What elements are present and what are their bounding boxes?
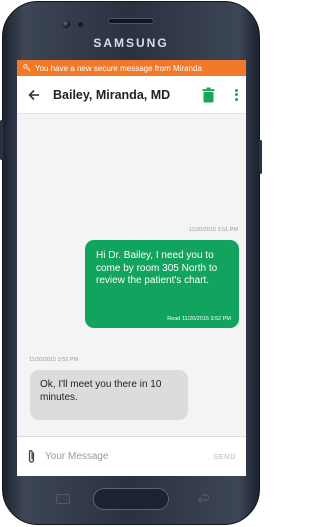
message-input[interactable] (45, 451, 214, 462)
app-screen: You have a new secure message from Miran… (17, 60, 246, 476)
outgoing-message-text: Hi Dr. Bailey, I need you to come by roo… (96, 250, 218, 286)
attach-button[interactable] (25, 449, 37, 465)
delete-button[interactable] (200, 86, 216, 104)
back-arrow-icon (28, 89, 39, 100)
key-icon (23, 64, 31, 72)
power-button (259, 140, 262, 174)
back-button[interactable] (25, 86, 43, 104)
recent-apps-key[interactable] (56, 494, 70, 504)
more-options-button[interactable] (232, 87, 240, 103)
outgoing-message-bubble[interactable]: Hi Dr. Bailey, I need you to come by roo… (85, 240, 239, 328)
front-camera (62, 20, 70, 28)
secure-message-notification[interactable]: You have a new secure message from Miran… (17, 60, 246, 76)
send-button[interactable]: SEND (213, 452, 236, 461)
home-button[interactable] (93, 488, 169, 510)
trash-icon (202, 87, 214, 102)
notification-text: You have a new secure message from Miran… (35, 63, 202, 73)
incoming-message-text: Ok, I'll meet you there in 10 minutes. (40, 379, 162, 403)
message-composer: SEND (17, 436, 246, 476)
volume-button (0, 120, 3, 160)
more-vertical-icon (234, 88, 238, 92)
message-thread[interactable]: 11/20/2015 3:51 PM Hi Dr. Bailey, I need… (17, 114, 246, 436)
app-bar: Bailey, Miranda, MD (17, 76, 246, 114)
proximity-sensor (78, 22, 83, 27)
read-receipt: Read 11/20/2015 3:52 PM (167, 316, 231, 322)
incoming-timestamp: 11/20/2015 3:52 PM (29, 357, 79, 363)
back-key-icon[interactable] (196, 494, 210, 504)
conversation-title: Bailey, Miranda, MD (53, 87, 171, 102)
paperclip-icon (28, 450, 34, 463)
device-brand: SAMSUNG (93, 36, 169, 50)
incoming-message-bubble[interactable]: Ok, I'll meet you there in 10 minutes. (30, 370, 188, 420)
outgoing-timestamp: 11/20/2015 3:51 PM (188, 227, 238, 233)
earpiece-speaker (108, 18, 154, 24)
